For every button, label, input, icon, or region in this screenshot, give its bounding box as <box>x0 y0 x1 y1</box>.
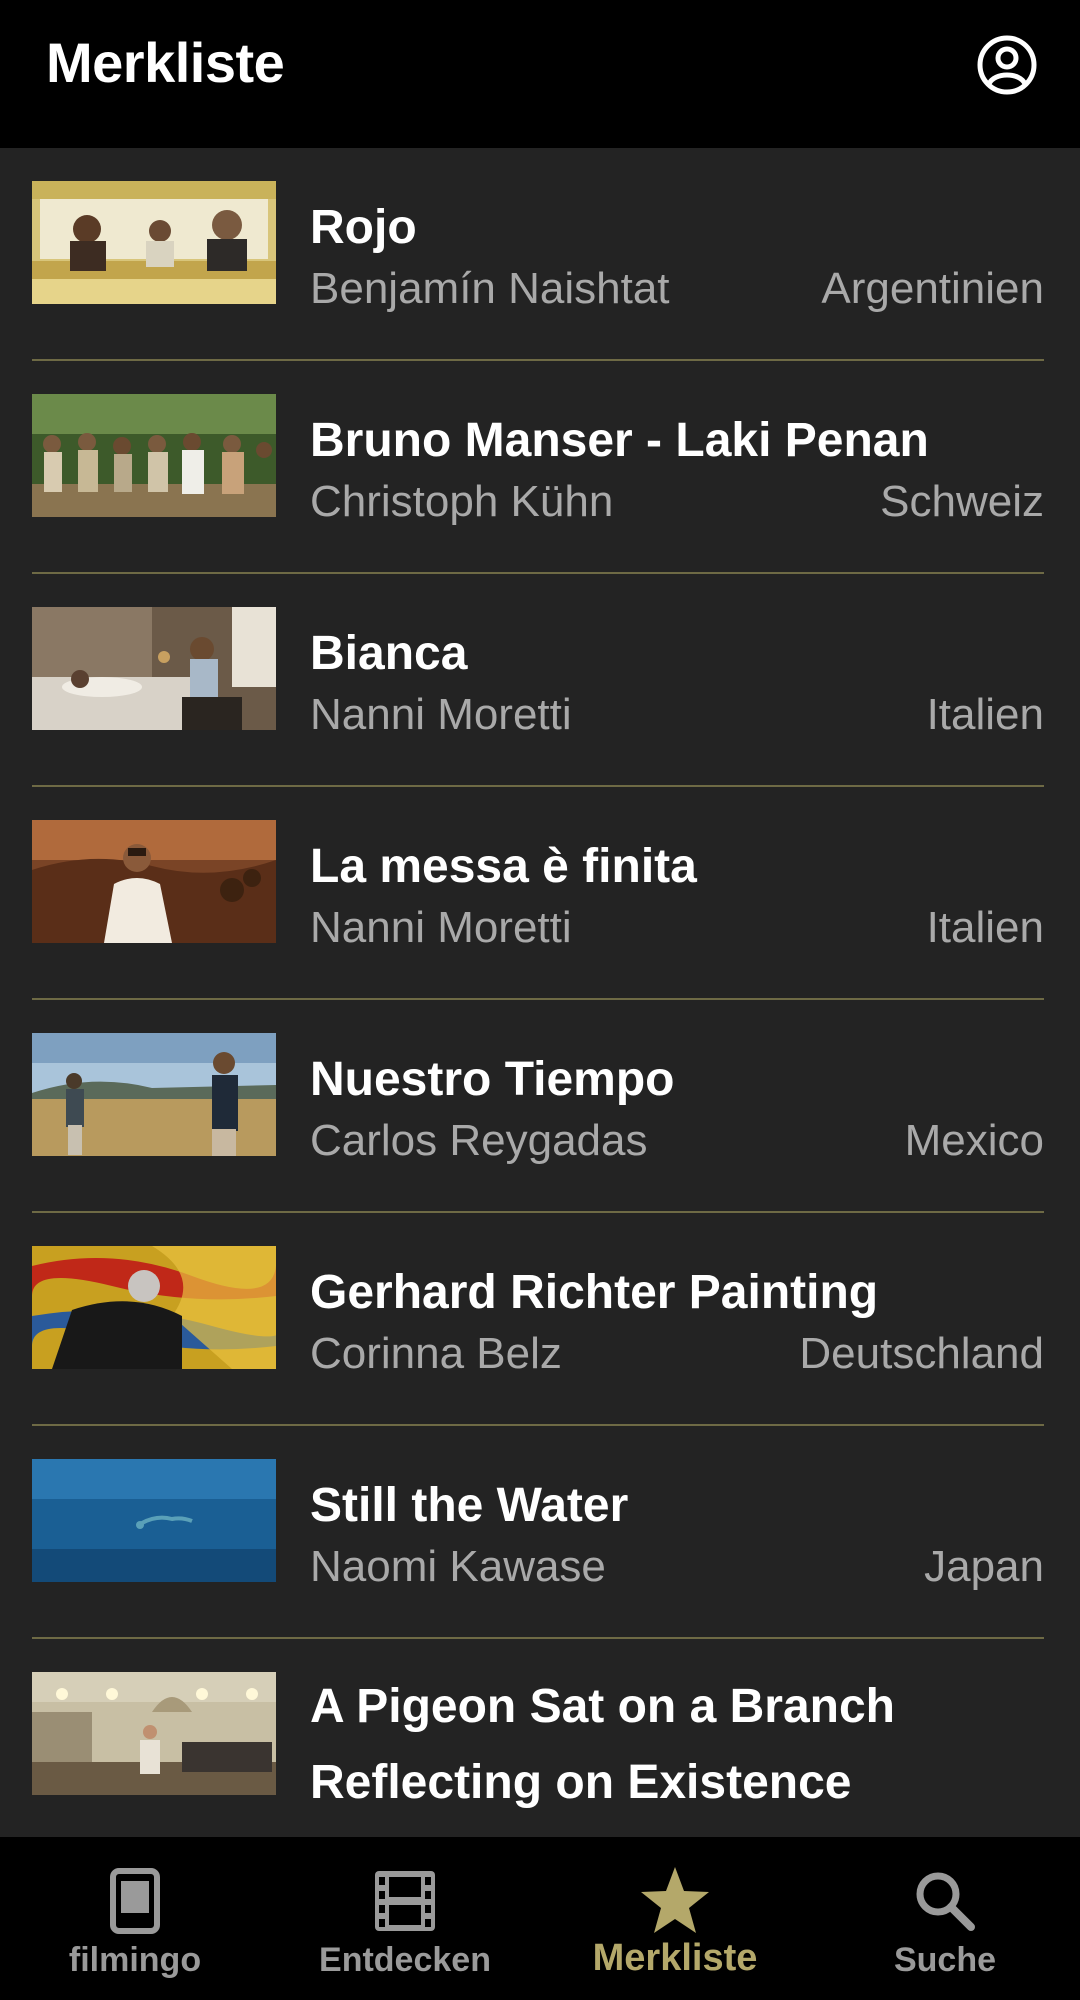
film-country: Deutschland <box>799 1329 1044 1378</box>
page-title: Merkliste <box>46 31 285 94</box>
nav-label: Merkliste <box>592 1937 758 1979</box>
film-strip-icon <box>367 1863 443 1939</box>
list-item-bianca[interactable]: Bianca Nanni Moretti Italien <box>32 574 1044 787</box>
list-item-la-messa-e-finita[interactable]: La messa è finita Nanni Moretti Italien <box>32 787 1044 1000</box>
account-circle-icon[interactable] <box>976 34 1038 96</box>
film-country: Argentinien <box>821 264 1044 313</box>
film-title: Nuestro Tiempo <box>310 1053 675 1106</box>
film-country: Italien <box>926 690 1044 739</box>
film-thumbnail <box>32 394 276 517</box>
film-country: Schweiz <box>880 477 1044 526</box>
film-director: Corinna Belz <box>310 1329 562 1378</box>
film-thumbnail <box>32 1033 276 1156</box>
list-item-gerhard-richter-painting[interactable]: Gerhard Richter Painting Corinna Belz De… <box>32 1213 1044 1426</box>
film-director: Carlos Reygadas <box>310 1116 648 1165</box>
watchlist: Rojo Benjamín Naishtat Argentinien Bruno… <box>0 148 1080 1837</box>
film-title: Bruno Manser - Laki Penan <box>310 414 929 467</box>
film-title-line-2: Reflecting on Existence <box>310 1756 852 1809</box>
film-title: Gerhard Richter Painting <box>310 1266 879 1319</box>
film-title: La messa è finita <box>310 840 697 893</box>
nav-filmingo[interactable]: filmingo <box>0 1837 270 2000</box>
tablet-icon <box>97 1863 173 1939</box>
film-director: Benjamín Naishtat <box>310 264 670 313</box>
list-item-still-the-water[interactable]: Still the Water Naomi Kawase Japan <box>32 1426 1044 1639</box>
film-title: Rojo <box>310 201 417 254</box>
bottom-navigation: filmingo Entdecken Merkliste Suche <box>0 1837 1080 2000</box>
nav-entdecken[interactable]: Entdecken <box>270 1837 540 2000</box>
film-thumbnail <box>32 1459 276 1582</box>
list-item-rojo[interactable]: Rojo Benjamín Naishtat Argentinien <box>32 148 1044 361</box>
film-country: Japan <box>924 1542 1044 1591</box>
star-icon <box>637 1863 713 1939</box>
top-app-bar: Merkliste <box>0 0 1080 148</box>
list-item-nuestro-tiempo[interactable]: Nuestro Tiempo Carlos Reygadas Mexico <box>32 1000 1044 1213</box>
nav-suche[interactable]: Suche <box>810 1837 1080 2000</box>
film-thumbnail <box>32 181 276 304</box>
film-thumbnail <box>32 1672 276 1795</box>
search-icon <box>907 1863 983 1939</box>
list-item-bruno-manser[interactable]: Bruno Manser - Laki Penan Christoph Kühn… <box>32 361 1044 574</box>
nav-label: Suche <box>893 1941 997 1979</box>
film-country: Italien <box>926 903 1044 952</box>
nav-label: filmingo <box>68 1941 202 1979</box>
film-thumbnail <box>32 820 276 943</box>
film-thumbnail <box>32 1246 276 1369</box>
film-title-line-1: A Pigeon Sat on a Branch <box>310 1680 895 1733</box>
nav-merkliste[interactable]: Merkliste <box>540 1837 810 2000</box>
film-country: Mexico <box>904 1116 1044 1165</box>
film-director: Nanni Moretti <box>310 903 572 952</box>
list-item-a-pigeon-sat-on-a-branch[interactable]: A Pigeon Sat on a Branch Reflecting on E… <box>32 1639 1044 1837</box>
film-title: Still the Water <box>310 1479 629 1532</box>
film-thumbnail <box>32 607 276 730</box>
film-director: Christoph Kühn <box>310 477 614 526</box>
film-director: Naomi Kawase <box>310 1542 606 1591</box>
nav-label: Entdecken <box>319 1941 491 1979</box>
film-director: Nanni Moretti <box>310 690 572 739</box>
film-title: Bianca <box>310 627 468 680</box>
